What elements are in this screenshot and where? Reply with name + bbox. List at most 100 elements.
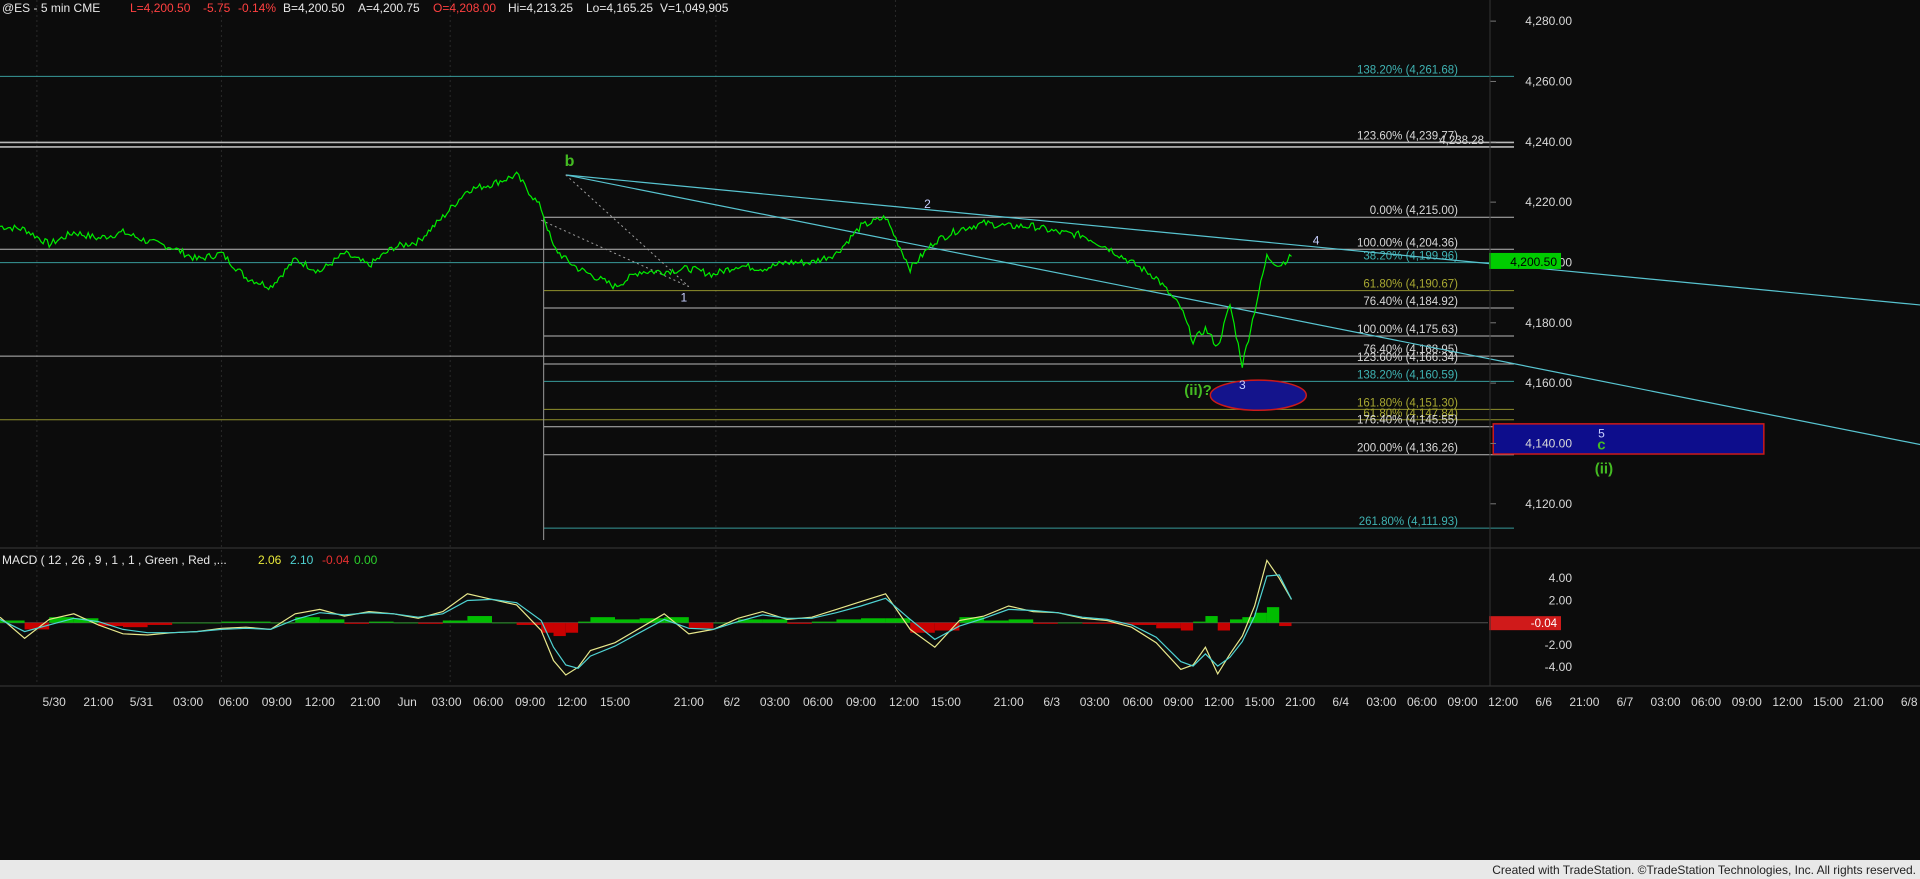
price-line bbox=[0, 171, 1292, 368]
xtick-future-label-11: 21:00 bbox=[1569, 695, 1599, 709]
macd-hist-bar-7 bbox=[172, 622, 197, 624]
bid-readout: B=4,200.50 bbox=[283, 1, 345, 15]
fib-label-8: 100.00% (4,175.63) bbox=[1357, 324, 1458, 336]
xtick-label-19: 12:00 bbox=[889, 695, 919, 709]
macd-hist-bar-33 bbox=[762, 619, 788, 623]
change-readout: -5.75 bbox=[203, 1, 231, 15]
macd-hist-bar-43 bbox=[1008, 619, 1034, 623]
macd-hist-bar-24 bbox=[565, 622, 579, 633]
macd-hist-bar-10 bbox=[246, 621, 271, 623]
macd-hist-bar-17 bbox=[418, 622, 443, 624]
xtick-future-label-1: 09:00 bbox=[1163, 695, 1193, 709]
wave-label-1: 1 bbox=[681, 291, 688, 305]
fib-label-0: 138.20% (4,261.68) bbox=[1357, 64, 1458, 76]
macd-hist-bar-6 bbox=[147, 622, 173, 625]
fib-label-11: 138.20% (4,160.59) bbox=[1357, 369, 1458, 381]
chart-root: 138.20% (4,261.68) 123.60% (4,239.77) 4,23… bbox=[0, 0, 1920, 879]
macd-hist-bar-57 bbox=[1266, 607, 1280, 623]
trendline-3 bbox=[541, 219, 690, 288]
xtick-label-17: 06:00 bbox=[803, 695, 833, 709]
xtick-future-label-5: 6/4 bbox=[1332, 695, 1349, 709]
macd-hist-bar-8 bbox=[196, 622, 222, 624]
xtick-future-label-16: 12:00 bbox=[1772, 695, 1802, 709]
low-readout: Lo=4,165.25 bbox=[586, 1, 653, 15]
xtick-label-4: 06:00 bbox=[219, 695, 249, 709]
macd-hist-bar-5 bbox=[123, 622, 148, 628]
macd-hist-bar-20 bbox=[492, 622, 517, 624]
price-ytick-label-3: 4,180.00 bbox=[1525, 316, 1572, 330]
macd-hist-bar-38 bbox=[885, 618, 911, 623]
xtick-label-7: 21:00 bbox=[350, 695, 380, 709]
macd-hist-bar-51 bbox=[1193, 621, 1206, 623]
change-pct-readout: -0.14% bbox=[238, 1, 276, 15]
footer-credit: Created with TradeStation. ©TradeStation… bbox=[1492, 863, 1916, 877]
xtick-label-13: 15:00 bbox=[600, 695, 630, 709]
xtick-label-1: 21:00 bbox=[83, 695, 113, 709]
macd-hist-bar-50 bbox=[1180, 622, 1194, 631]
macd-hist-bar-27 bbox=[615, 619, 640, 623]
xtick-future-label-6: 03:00 bbox=[1366, 695, 1396, 709]
macd-ytick-label-1: -2.00 bbox=[1545, 638, 1573, 652]
fib-label-6: 61.80% (4,190.67) bbox=[1363, 279, 1458, 291]
price-ytick-label-5: 4,220.00 bbox=[1525, 195, 1572, 209]
macd-hist-bar-15 bbox=[369, 621, 394, 623]
macd-hist-bar-39 bbox=[910, 622, 935, 633]
fib-label-16: 261.80% (4,111.93) bbox=[1359, 516, 1458, 528]
xtick-future-label-8: 09:00 bbox=[1448, 695, 1478, 709]
xtick-future-label-12: 6/7 bbox=[1617, 695, 1634, 709]
trendline-1 bbox=[565, 174, 1920, 306]
trendlines-layer bbox=[541, 174, 1920, 446]
macd-hist-bar-53 bbox=[1217, 622, 1231, 631]
price-ytick-label-7: 4,260.00 bbox=[1525, 74, 1572, 88]
macd-series-line-0 bbox=[0, 558, 1293, 676]
macd-hist-bar-58 bbox=[1279, 622, 1292, 627]
wave-label-7: c bbox=[1597, 436, 1605, 453]
macd-hist-bar-9 bbox=[221, 621, 247, 623]
xtick-future-label-3: 15:00 bbox=[1245, 695, 1275, 709]
price-chart-svg: 138.20% (4,261.68)123.60% (4,239.77)4,23… bbox=[0, 0, 1920, 879]
symbol-label: @ES - 5 min CME bbox=[2, 1, 100, 15]
macd-hist-bar-19 bbox=[467, 616, 493, 623]
wave-label-8: (ii) bbox=[1595, 461, 1613, 478]
macd-ytick-label-3: 2.00 bbox=[1549, 593, 1573, 607]
xtick-label-10: 06:00 bbox=[473, 695, 503, 709]
xtick-future-label-14: 06:00 bbox=[1691, 695, 1721, 709]
open-readout: O=4,208.00 bbox=[433, 1, 496, 15]
target-ellipse bbox=[1209, 379, 1308, 412]
high-readout: Hi=4,213.25 bbox=[508, 1, 573, 15]
wave-label-4: 4 bbox=[1313, 233, 1320, 247]
macd-hist-bar-26 bbox=[590, 617, 616, 623]
price-ytick-label-0: 4,120.00 bbox=[1525, 497, 1572, 511]
last-price-readout: L=4,200.50 bbox=[130, 1, 191, 15]
macd-hist-bar-14 bbox=[344, 622, 370, 624]
xtick-label-9: 03:00 bbox=[431, 695, 461, 709]
macd-hist-bar-16 bbox=[393, 622, 419, 624]
macd-hist-bar-23 bbox=[553, 622, 566, 637]
wave-label-2: 2 bbox=[924, 197, 931, 211]
fib-label-15: 200.00% (4,136.26) bbox=[1357, 443, 1458, 455]
price-ytick-label-1: 4,140.00 bbox=[1525, 436, 1572, 450]
price-ytick-label-2: 4,160.00 bbox=[1525, 376, 1572, 390]
macd-ytick-label-0: -4.00 bbox=[1545, 660, 1573, 674]
macd-hist-bar-18 bbox=[442, 620, 468, 623]
macd-title: MACD ( 12 , 26 , 9 , 1 , 1 , Green , Red… bbox=[2, 553, 227, 567]
macd-ytick-label-4: 4.00 bbox=[1549, 571, 1573, 585]
xtick-label-0: 5/30 bbox=[42, 695, 66, 709]
wave-labels-layer: b1234(ii)?5c(ii) bbox=[565, 153, 1613, 478]
macd-hist-bar-37 bbox=[861, 618, 886, 623]
xtick-label-8: Jun bbox=[397, 695, 416, 709]
macd-hist-bar-30 bbox=[688, 622, 714, 629]
last-price-label: 4,200.50 bbox=[1510, 255, 1557, 269]
wave-label-0: b bbox=[565, 153, 575, 170]
macd-hist-bar-46 bbox=[1082, 622, 1108, 624]
macd-hist-bar-35 bbox=[811, 621, 837, 623]
ask-readout: A=4,200.75 bbox=[358, 1, 420, 15]
wave-label-3: 3 bbox=[1239, 378, 1246, 392]
fib-label-3: 0.00% (4,215.00) bbox=[1370, 205, 1458, 217]
xtick-future-label-10: 6/6 bbox=[1535, 695, 1552, 709]
macd-hist-bar-11 bbox=[270, 622, 296, 624]
xtick-label-22: 6/3 bbox=[1043, 695, 1060, 709]
macd-hist-bar-49 bbox=[1156, 622, 1181, 629]
xtick-future-label-17: 15:00 bbox=[1813, 695, 1843, 709]
macd-layer: MACD ( 12 , 26 , 9 , 1 , 1 , Green , Red… bbox=[0, 553, 1573, 676]
